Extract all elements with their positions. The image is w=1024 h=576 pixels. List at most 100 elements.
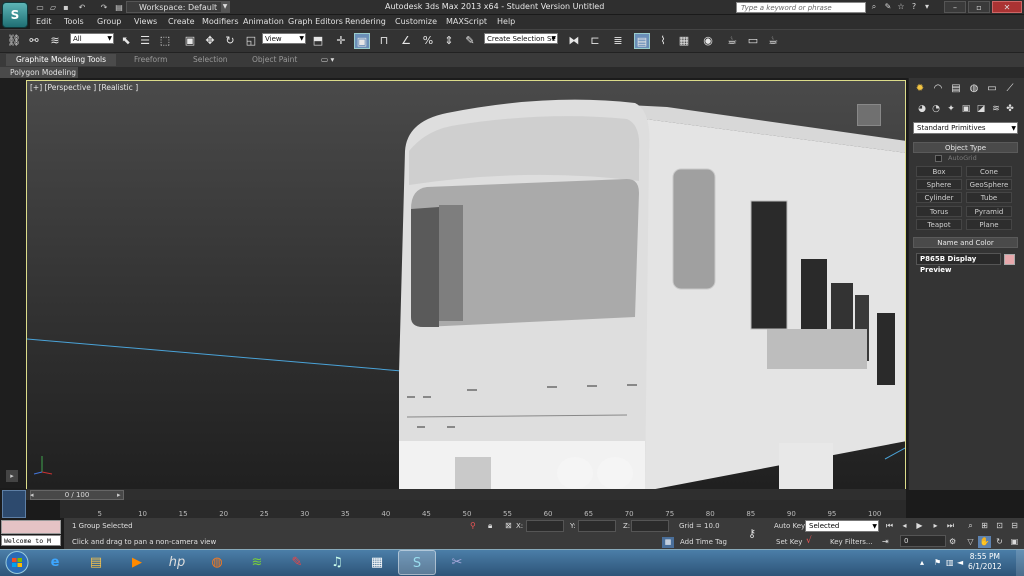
start-button-icon[interactable] xyxy=(2,550,32,575)
go-to-end-icon[interactable]: ⏭ xyxy=(944,520,957,532)
internet-explorer-icon[interactable]: e xyxy=(36,550,74,575)
viewport-label[interactable]: [+] [Perspective ] [Realistic ] xyxy=(30,83,138,92)
paint-icon[interactable]: ✎ xyxy=(278,550,316,575)
select-by-name-icon[interactable]: ☰ xyxy=(137,33,153,49)
menu-customize[interactable]: Customize xyxy=(395,17,437,26)
tray-arrow-icon[interactable]: ▴ xyxy=(920,558,924,567)
minimize-button[interactable]: – xyxy=(944,1,966,13)
menu-tools[interactable]: Tools xyxy=(64,17,84,26)
name-and-color-rollout[interactable]: Name and Color xyxy=(913,237,1018,248)
cameras-icon[interactable]: ▣ xyxy=(960,103,972,115)
layer-manager-icon[interactable]: ≣ xyxy=(610,33,626,49)
spotify-icon[interactable]: ≋ xyxy=(238,550,276,575)
keyboard-shortcut-override-icon[interactable]: ▣ xyxy=(354,33,370,49)
set-key-button[interactable]: Set Key xyxy=(776,538,802,546)
menu-edit[interactable]: Edit xyxy=(36,17,52,26)
previous-key-icon[interactable]: ◂ xyxy=(898,520,911,532)
rectangular-selection-icon[interactable]: ⬚ xyxy=(157,33,173,49)
tab-object-paint[interactable]: Object Paint xyxy=(252,55,297,64)
current-frame-field[interactable]: 0 xyxy=(900,535,946,547)
menu-group[interactable]: Group xyxy=(97,17,121,26)
cylinder-button[interactable]: Cylinder xyxy=(916,192,962,203)
network-icon[interactable]: ▥ xyxy=(946,558,954,567)
selection-lock-icon[interactable]: 🔒︎ xyxy=(488,521,492,531)
move-icon[interactable]: ✥ xyxy=(202,33,218,49)
menu-maxscript[interactable]: MAXScript xyxy=(446,17,487,26)
field-of-view-icon[interactable]: ▽ xyxy=(964,536,977,548)
y-coordinate-field[interactable] xyxy=(578,520,616,532)
mirror-icon[interactable]: ⧓ xyxy=(566,33,582,49)
menu-animation[interactable]: Animation xyxy=(243,17,284,26)
teapot-button[interactable]: Teapot xyxy=(916,219,962,230)
time-slider[interactable]: 0 / 100 xyxy=(30,490,124,500)
snaps-toggle-icon[interactable]: ⊓ xyxy=(376,33,392,49)
dropdown-arrow-icon[interactable]: ▾ xyxy=(922,2,932,12)
z-coordinate-field[interactable] xyxy=(631,520,669,532)
zoom-all-icon[interactable]: ⊞ xyxy=(978,520,991,532)
time-configuration-icon[interactable]: ⚙ xyxy=(949,537,956,546)
object-type-rollout[interactable]: Object Type xyxy=(913,142,1018,153)
box-button[interactable]: Box xyxy=(916,166,962,177)
named-selection-set-dropdown[interactable]: Create Selection Se ▼ xyxy=(484,33,558,44)
object-name-field[interactable]: P865B Display Preview xyxy=(916,253,1001,274)
space-warps-icon[interactable]: ≋ xyxy=(990,103,1002,115)
torus-button[interactable]: Torus xyxy=(916,206,962,217)
polygon-modeling-panel[interactable]: Polygon Modeling xyxy=(0,67,78,78)
search-input[interactable]: Type a keyword or phrase xyxy=(736,2,866,13)
search-icon[interactable]: ⌕ xyxy=(869,2,879,12)
mini-listener-toggle[interactable] xyxy=(2,490,26,518)
select-manipulate-icon[interactable]: ✛ xyxy=(333,33,349,49)
perspective-viewport[interactable] xyxy=(26,80,906,490)
pivot-center-icon[interactable]: ⬒ xyxy=(310,33,326,49)
scale-icon[interactable]: ◱ xyxy=(243,33,259,49)
undo-icon[interactable]: ↶ xyxy=(76,2,88,13)
percent-snap-icon[interactable]: % xyxy=(420,33,436,49)
bind-to-space-warp-icon[interactable]: ≋ xyxy=(47,33,63,49)
key-icon[interactable]: ⚷ xyxy=(748,527,756,540)
material-editor-icon[interactable]: ◉ xyxy=(700,33,716,49)
display-tab-icon[interactable]: ▭ xyxy=(985,82,999,95)
plane-button[interactable]: Plane xyxy=(966,219,1012,230)
cone-button[interactable]: Cone xyxy=(966,166,1012,177)
project-folder-icon[interactable]: ▤ xyxy=(113,2,125,13)
isolate-selection-icon[interactable]: ⚲ xyxy=(470,521,476,530)
zoom-icon[interactable]: ⌕ xyxy=(964,520,977,532)
rotate-icon[interactable]: ↻ xyxy=(222,33,238,49)
tab-freeform[interactable]: Freeform xyxy=(134,55,167,64)
pyramid-button[interactable]: Pyramid xyxy=(966,206,1012,217)
reference-coordinate-dropdown[interactable]: View ▼ xyxy=(262,33,306,44)
render-setup-icon[interactable]: ☕ xyxy=(724,33,740,49)
geometry-icon[interactable]: ◕ xyxy=(916,103,928,115)
help-icon[interactable]: ? xyxy=(909,2,919,12)
create-tab-icon[interactable]: ✹ xyxy=(913,82,927,95)
maximize-button[interactable]: ▫ xyxy=(968,1,990,13)
zoom-extents-all-icon[interactable]: ⊟ xyxy=(1008,520,1021,532)
prev-frame-icon[interactable]: ◂ xyxy=(30,491,34,499)
selection-filter-dropdown[interactable]: All ▼ xyxy=(70,33,114,44)
maxscript-listener-input[interactable]: Welcome to M xyxy=(1,535,61,546)
key-mode-icon[interactable]: ⇥ xyxy=(882,537,889,546)
chevron-down-icon[interactable]: ▼ xyxy=(221,2,229,12)
play-icon[interactable]: ▶ xyxy=(913,520,926,532)
autogrid-checkbox[interactable] xyxy=(935,155,942,162)
go-to-start-icon[interactable]: ⏮ xyxy=(883,520,896,532)
viewcube[interactable] xyxy=(857,104,881,126)
show-desktop-button[interactable] xyxy=(1016,550,1024,576)
systems-icon[interactable]: ✤ xyxy=(1004,103,1016,115)
key-set-dropdown[interactable]: Selected ▼ xyxy=(805,520,879,532)
expand-track-bar-icon[interactable]: ▸ xyxy=(6,470,18,482)
render-production-icon[interactable]: ☕ xyxy=(765,33,781,49)
hp-icon[interactable]: hp xyxy=(158,550,196,575)
menu-rendering[interactable]: Rendering xyxy=(345,17,386,26)
spinner-snap-icon[interactable]: ⇕ xyxy=(441,33,457,49)
tab-selection[interactable]: Selection xyxy=(193,55,228,64)
pan-view-icon[interactable]: ✋ xyxy=(978,536,991,548)
tube-button[interactable]: Tube xyxy=(966,192,1012,203)
key-filters-button[interactable]: Key Filters... xyxy=(830,538,873,546)
workspace-dropdown[interactable]: Workspace: Default xyxy=(126,1,230,13)
tray-flag-icon[interactable]: ⚑ xyxy=(934,558,941,567)
orbit-icon[interactable]: ↻ xyxy=(993,536,1006,548)
select-object-icon[interactable]: ⬉ xyxy=(118,33,134,49)
x-coordinate-field[interactable] xyxy=(526,520,564,532)
graphite-toggle-icon[interactable]: ▤ xyxy=(634,33,650,49)
